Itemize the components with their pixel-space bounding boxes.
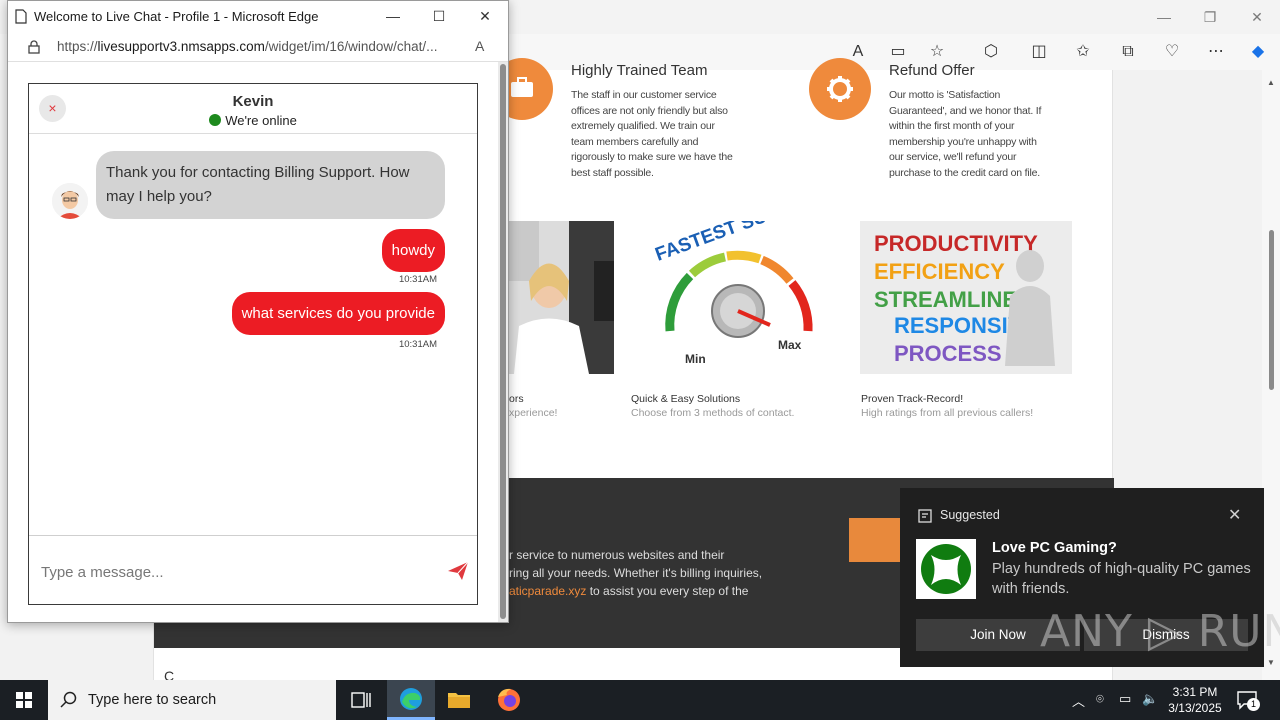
- taskbar-search[interactable]: Type here to search: [48, 680, 336, 720]
- message-timestamp: 10:31AM: [398, 339, 437, 350]
- user-message: howdy: [381, 229, 445, 272]
- feature-title-refund: Refund Offer: [889, 62, 975, 79]
- system-clock[interactable]: 3:31 PM 3/13/2025: [1160, 684, 1230, 716]
- chat-window-title: Welcome to Live Chat - Profile 1 - Micro…: [34, 9, 319, 24]
- chat-close-window-button[interactable]: ✕: [465, 5, 505, 27]
- favorite-star-icon[interactable]: ☆: [924, 40, 950, 64]
- about-line-1: r service to numerous websites and their: [509, 548, 725, 562]
- minimize-button[interactable]: —: [1144, 6, 1184, 28]
- network-icon[interactable]: ▭: [1119, 691, 1131, 707]
- chat-address-bar[interactable]: https://livesupportv3.nmsapps.com/widget…: [8, 32, 508, 62]
- feature-text-team: The staff in our customer service office…: [571, 89, 733, 179]
- image-caption-2: Quick & Easy Solutions: [631, 393, 741, 405]
- feature-text-refund: Our motto is 'Satisfaction Guaranteed', …: [889, 89, 1042, 179]
- support-agent-photo: [509, 221, 614, 374]
- file-explorer-icon[interactable]: [435, 680, 483, 720]
- close-icon[interactable]: ✕: [1228, 505, 1241, 525]
- taskbar: Type here to search ︿ ⌾ ▭ 🔈 3:31 PM 3/13…: [0, 680, 1280, 720]
- edge-taskbar-icon[interactable]: [387, 680, 435, 720]
- image-subcaption-3: High ratings from all previous callers!: [861, 407, 1034, 419]
- anyrun-watermark: ANY ▷ RUN: [1040, 606, 1280, 657]
- word-streamlined: STREAMLINED: [874, 287, 1033, 312]
- about-line-3: aticparade.xyz to assist you every step …: [509, 584, 749, 598]
- page-icon: [15, 9, 27, 24]
- fastest-support-gauge-image: FASTEST SUPPORT Min Max: [630, 221, 845, 374]
- message-input[interactable]: [41, 558, 431, 586]
- more-menu-icon[interactable]: ⋯: [1203, 40, 1229, 64]
- image-subcaption-2: Choose from 3 methods of contact.: [631, 407, 795, 419]
- word-productivity: PRODUCTIVITY: [874, 231, 1038, 256]
- notification-body: Play hundreds of high-quality PC games w…: [992, 561, 1251, 597]
- message-composer: [29, 535, 477, 604]
- chat-widget: × Kevin We're online Thank you for conta…: [28, 83, 478, 605]
- feature-title-team: Highly Trained Team: [571, 62, 708, 79]
- gear-icon: [809, 58, 871, 120]
- site-link[interactable]: aticparade.xyz: [509, 584, 586, 598]
- clock-time: 3:31 PM: [1172, 685, 1218, 699]
- copilot-icon[interactable]: ◆: [1245, 40, 1271, 64]
- image-subcaption-1: xperience!: [509, 407, 558, 419]
- extensions-icon[interactable]: ⬡: [978, 40, 1004, 64]
- scroll-up-arrow[interactable]: ▲: [1266, 78, 1276, 87]
- chat-popup-window: Welcome to Live Chat - Profile 1 - Micro…: [7, 0, 509, 623]
- restore-button[interactable]: ❐: [1190, 6, 1230, 28]
- chat-minimize-button[interactable]: —: [373, 5, 413, 27]
- collections-icon[interactable]: ⧉: [1115, 40, 1141, 64]
- scroll-thumb[interactable]: [1269, 230, 1274, 390]
- notification-count-badge: 1: [1247, 698, 1260, 711]
- page-scrollbar[interactable]: ▲ ▼: [1262, 70, 1280, 680]
- chat-scrollbar[interactable]: [498, 62, 508, 622]
- volume-icon[interactable]: 🔈: [1142, 691, 1158, 707]
- word-efficiency: EFFICIENCY: [874, 259, 1005, 284]
- message-list[interactable]: Thank you for contacting Billing Support…: [29, 135, 477, 535]
- suggestion-icon: [918, 509, 932, 523]
- favorites-icon[interactable]: ✩: [1070, 40, 1096, 64]
- message-timestamp: 10:31AM: [398, 274, 437, 285]
- agent-name: Kevin: [232, 93, 274, 110]
- chat-header: × Kevin We're online: [29, 84, 477, 134]
- online-status: We're online: [29, 113, 477, 128]
- close-window-button[interactable]: ✕: [1237, 6, 1277, 28]
- agent-avatar: [52, 183, 88, 219]
- notification-center-icon[interactable]: 1: [1236, 689, 1260, 711]
- search-icon: [60, 691, 77, 708]
- task-view-button[interactable]: [337, 680, 385, 720]
- about-line-2: ring all your needs. Whether it's billin…: [509, 566, 763, 580]
- lock-icon[interactable]: [28, 40, 40, 54]
- word-process: PROCESS: [894, 341, 1002, 366]
- agent-message: Thank you for contacting Billing Support…: [96, 151, 445, 219]
- xbox-logo-icon: [916, 539, 976, 599]
- chat-maximize-button[interactable]: ☐: [419, 5, 459, 27]
- image-caption-3: Proven Track-Record!: [861, 393, 964, 405]
- tray-overflow-chevron-icon[interactable]: ︿: [1072, 691, 1085, 710]
- notification-title: Love PC Gaming?: [992, 540, 1117, 556]
- chat-url[interactable]: https://livesupportv3.nmsapps.com/widget…: [57, 39, 437, 54]
- online-dot-icon: [209, 114, 222, 126]
- gauge-max-label: Max: [778, 338, 802, 352]
- image-caption-1: ors: [509, 393, 524, 405]
- browser-essentials-icon[interactable]: ♡: [1159, 40, 1185, 64]
- productivity-words-image: PRODUCTIVITY EFFICIENCY STREAMLINED RESP…: [860, 221, 1072, 374]
- chat-scroll-thumb[interactable]: [500, 64, 506, 619]
- clock-date: 3/13/2025: [1168, 701, 1222, 715]
- immersive-reader-icon[interactable]: ▭: [885, 40, 911, 64]
- firefox-icon[interactable]: [485, 680, 533, 720]
- gauge-min-label: Min: [685, 352, 706, 366]
- meet-now-icon[interactable]: ⌾: [1096, 691, 1104, 707]
- search-placeholder: Type here to search: [88, 692, 217, 708]
- send-icon[interactable]: [447, 561, 469, 581]
- scroll-down-arrow[interactable]: ▼: [1266, 658, 1276, 667]
- user-message: what services do you provide: [231, 292, 445, 335]
- start-button[interactable]: [0, 680, 48, 720]
- split-screen-icon[interactable]: ◫: [1026, 40, 1052, 64]
- notification-header: Suggested: [940, 508, 1000, 522]
- chat-window-titlebar: Welcome to Live Chat - Profile 1 - Micro…: [8, 1, 508, 32]
- read-aloud-icon[interactable]: A: [475, 38, 484, 54]
